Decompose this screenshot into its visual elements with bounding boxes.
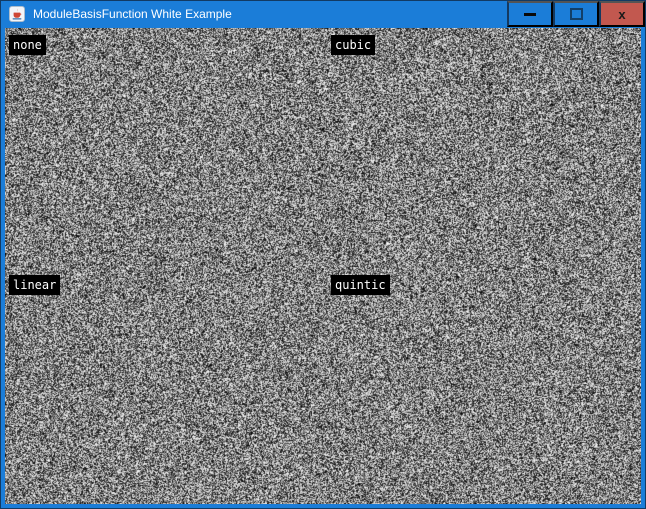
close-button[interactable]: x <box>599 1 645 27</box>
noise-canvas <box>5 28 641 504</box>
java-coffee-cup-icon <box>9 6 25 22</box>
close-icon: x <box>618 8 625 21</box>
basis-label-cubic: cubic <box>331 35 375 55</box>
minimize-button[interactable] <box>507 1 553 27</box>
maximize-icon <box>570 8 583 20</box>
maximize-button[interactable] <box>553 1 599 27</box>
basis-label-none: none <box>9 35 46 55</box>
basis-label-quintic: quintic <box>331 275 390 295</box>
window-controls: x <box>507 1 645 27</box>
title-bar[interactable]: ModuleBasisFunction White Example x <box>1 1 645 27</box>
app-window: ModuleBasisFunction White Example x none… <box>0 0 646 509</box>
render-viewport: none cubic linear quintic <box>5 28 641 504</box>
basis-label-linear: linear <box>9 275 60 295</box>
window-title: ModuleBasisFunction White Example <box>33 7 232 21</box>
minimize-icon <box>524 13 536 16</box>
